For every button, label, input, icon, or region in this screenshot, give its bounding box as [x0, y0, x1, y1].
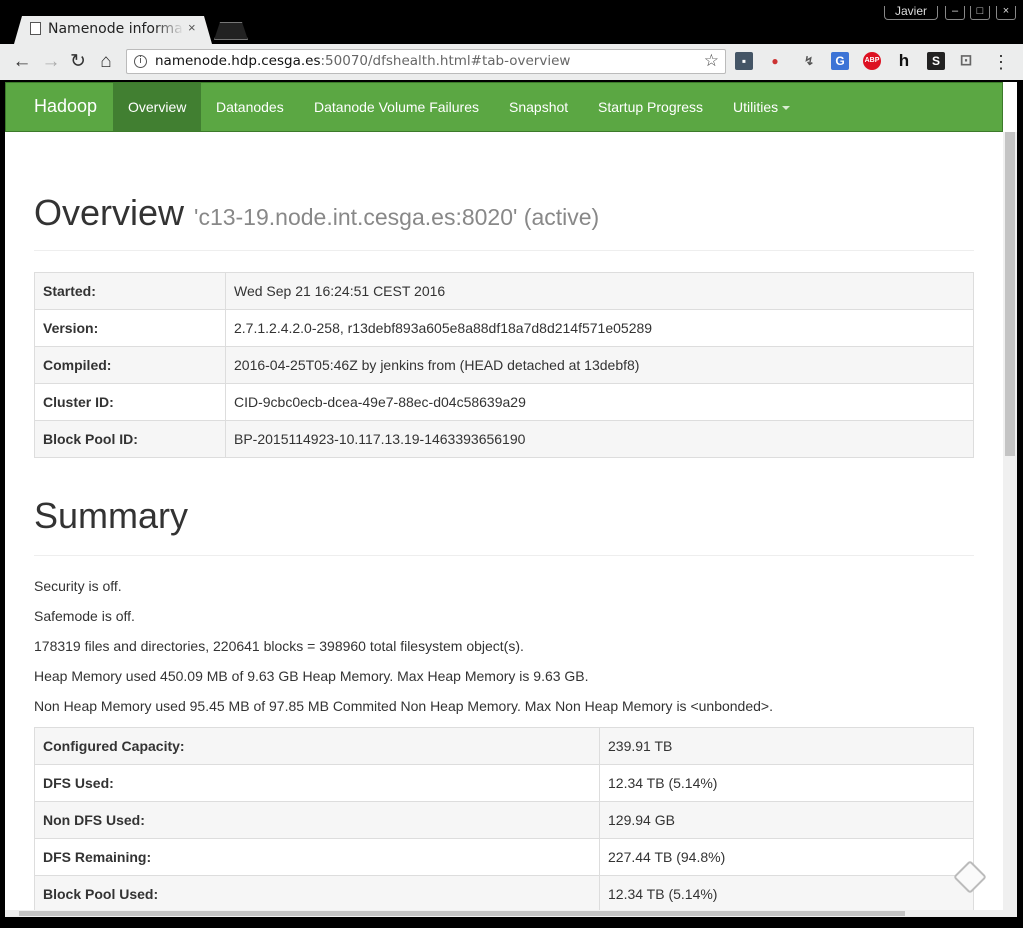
row-key: Block Pool Used:: [34, 875, 600, 910]
row-key: Compiled:: [34, 346, 226, 384]
info-icon[interactable]: i: [134, 55, 147, 68]
row-value: 239.91 TB: [599, 727, 974, 765]
page-icon: [30, 22, 41, 35]
window-close-button[interactable]: ×: [996, 6, 1016, 20]
table-row: Started: Wed Sep 21 16:24:51 CEST 2016: [34, 272, 974, 310]
adblock-plus-icon[interactable]: ABP: [863, 52, 881, 70]
table-row: Non DFS Used: 129.94 GB: [34, 801, 974, 839]
table-row: Configured Capacity: 239.91 TB: [34, 727, 974, 765]
heap-memory: Heap Memory used 450.09 MB of 9.63 GB He…: [34, 668, 589, 684]
page-title: Overview: [34, 192, 185, 233]
back-icon[interactable]: ←: [11, 51, 33, 73]
hadoop-brand-link[interactable]: Hadoop: [34, 96, 97, 117]
row-value: CID-9cbc0ecb-dcea-49e7-88ec-d04c58639a29: [225, 383, 974, 421]
table-row: DFS Used: 12.34 TB (5.14%): [34, 764, 974, 802]
horizontal-scrollbar[interactable]: [5, 910, 1017, 917]
divider: [34, 250, 974, 251]
row-value: 227.44 TB (94.8%): [599, 838, 974, 876]
table-row: Block Pool ID: BP-2015114923-10.117.13.19…: [34, 420, 974, 458]
home-icon[interactable]: ⌂: [95, 51, 117, 73]
namenode-address: 'c13-19.node.int.cesga.es:8020' (active): [194, 204, 600, 230]
horizontal-scroll-thumb[interactable]: [19, 911, 905, 916]
row-value: 129.94 GB: [599, 801, 974, 839]
bookmark-star-icon[interactable]: ☆: [704, 50, 719, 73]
tab-startup-progress[interactable]: Startup Progress: [583, 83, 718, 131]
ext-3-icon[interactable]: ↯: [800, 52, 818, 70]
tab-snapshot[interactable]: Snapshot: [494, 83, 583, 131]
profile-button[interactable]: Javier: [884, 6, 938, 20]
row-key: Started:: [34, 272, 226, 310]
google-translate-icon[interactable]: G: [831, 52, 849, 70]
overview-heading: Overview 'c13-19.node.int.cesga.es:8020'…: [34, 192, 599, 234]
tab-overview[interactable]: Overview: [113, 83, 202, 131]
row-key: DFS Remaining:: [34, 838, 600, 876]
cast-icon[interactable]: ⊡: [957, 52, 975, 70]
page-viewport: Hadoop Overview Datanodes Datanode Volum…: [5, 82, 1017, 910]
row-key: Version:: [34, 309, 226, 347]
s-extension-icon[interactable]: S: [927, 52, 945, 70]
maximize-button[interactable]: □: [970, 6, 990, 20]
row-key: Non DFS Used:: [34, 801, 600, 839]
capacity-table: Configured Capacity: 239.91 TB DFS Used: 1…: [34, 727, 974, 910]
ext-1-icon[interactable]: ▪: [735, 52, 753, 70]
filesystem-objects: 178319 files and directories, 220641 blo…: [34, 638, 524, 654]
url-host: namenode.hdp.cesga.es: [155, 53, 321, 69]
row-value: BP-2015114923-10.117.13.19-1463393656190: [225, 420, 974, 458]
row-key: Configured Capacity:: [34, 727, 600, 765]
tab-close-icon[interactable]: ×: [188, 20, 196, 35]
ext-2-icon[interactable]: ●: [766, 52, 784, 70]
row-value: 12.34 TB (5.14%): [599, 764, 974, 802]
security-status: Security is off.: [34, 578, 122, 594]
reload-icon[interactable]: ↻: [67, 51, 89, 73]
row-key: Cluster ID:: [34, 383, 226, 421]
table-row: DFS Remaining: 227.44 TB (94.8%): [34, 838, 974, 876]
url-path: :50070/dfshealth.html#tab-overview: [320, 53, 571, 69]
tab-datanodes[interactable]: Datanodes: [201, 83, 299, 131]
table-row: Compiled: 2016-04-25T05:46Z by jenkins fr…: [34, 346, 974, 384]
row-value: 2.7.1.2.4.2.0-258, r13debf893a605e8a88df…: [225, 309, 974, 347]
minimize-button[interactable]: –: [945, 6, 965, 20]
table-row: Block Pool Used: 12.34 TB (5.14%): [34, 875, 974, 910]
table-row: Cluster ID: CID-9cbc0ecb-dcea-49e7-88ec-d…: [34, 383, 974, 421]
table-row: Version: 2.7.1.2.4.2.0-258, r13debf893a60…: [34, 309, 974, 347]
safemode-status: Safemode is off.: [34, 608, 135, 624]
forward-icon[interactable]: →: [40, 51, 62, 73]
address-bar[interactable]: i namenode.hdp.cesga.es:50070/dfshealth.…: [126, 49, 726, 74]
browser-menu-icon[interactable]: ⋮: [990, 51, 1012, 73]
utilities-dropdown[interactable]: Utilities: [718, 83, 805, 131]
tab-title[interactable]: Namenode information: [48, 21, 184, 37]
row-value: Wed Sep 21 16:24:51 CEST 2016: [225, 272, 974, 310]
row-key: Block Pool ID:: [34, 420, 226, 458]
utilities-label: Utilities: [733, 99, 779, 115]
vertical-scroll-thumb[interactable]: [1005, 132, 1015, 456]
url-text[interactable]: namenode.hdp.cesga.es:50070/dfshealth.ht…: [155, 50, 570, 73]
non-heap-memory: Non Heap Memory used 95.45 MB of 97.85 M…: [34, 698, 773, 714]
tab-datanode-volume-failures[interactable]: Datanode Volume Failures: [299, 83, 494, 131]
row-value: 12.34 TB (5.14%): [599, 875, 974, 910]
summary-heading: Summary: [34, 495, 189, 536]
row-key: DFS Used:: [34, 764, 600, 802]
divider: [34, 555, 974, 556]
row-value: 2016-04-25T05:46Z by jenkins from (HEAD …: [225, 346, 974, 384]
hadoop-navbar: Hadoop Overview Datanodes Datanode Volum…: [5, 82, 1003, 132]
overview-table: Started: Wed Sep 21 16:24:51 CEST 2016 Ve…: [34, 272, 974, 458]
h-extension-icon[interactable]: h: [895, 52, 913, 70]
caret-down-icon: [782, 106, 791, 111]
new-tab-button[interactable]: [214, 22, 248, 40]
